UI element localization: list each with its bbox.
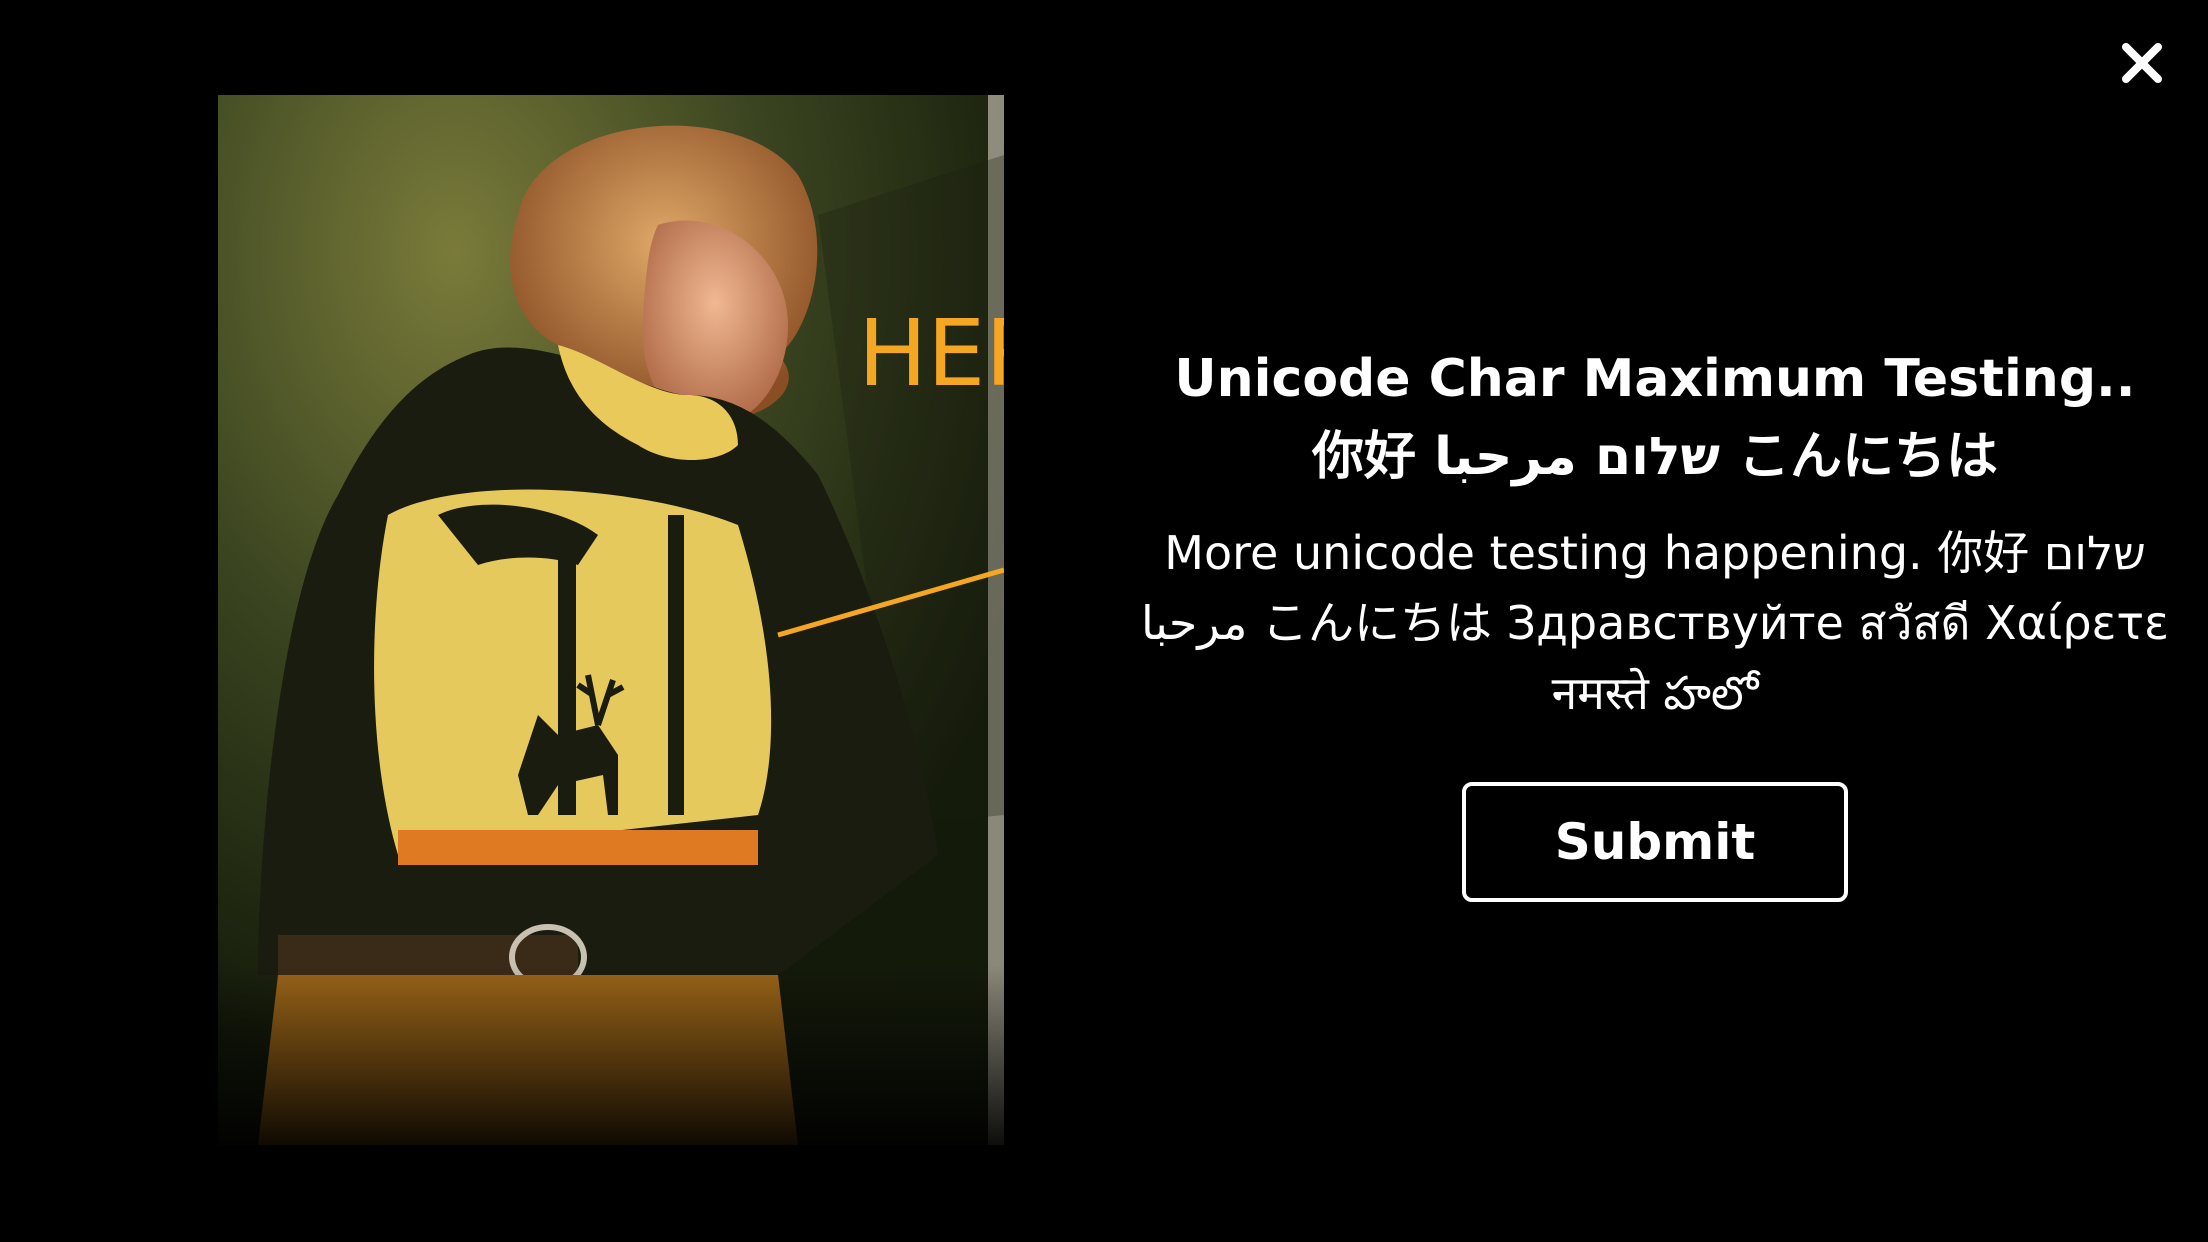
modal-screen: HER Unicode Char Maximum Testing.. 你好 של… bbox=[0, 0, 2208, 1242]
image-fade bbox=[218, 965, 1004, 1145]
magazine-headline: HER bbox=[858, 300, 1004, 407]
modal-content: Unicode Char Maximum Testing.. 你好 שלום م… bbox=[1140, 340, 2170, 902]
modal-subtitle: More unicode testing happening. 你好 שלום … bbox=[1141, 526, 2169, 720]
submit-button[interactable]: Submit bbox=[1462, 782, 1848, 902]
close-icon bbox=[2122, 43, 2162, 83]
magazine-photo: HER bbox=[218, 95, 1004, 1145]
close-button[interactable] bbox=[2118, 39, 2166, 87]
modal-title: Unicode Char Maximum Testing.. 你好 שלום م… bbox=[1174, 349, 2136, 487]
